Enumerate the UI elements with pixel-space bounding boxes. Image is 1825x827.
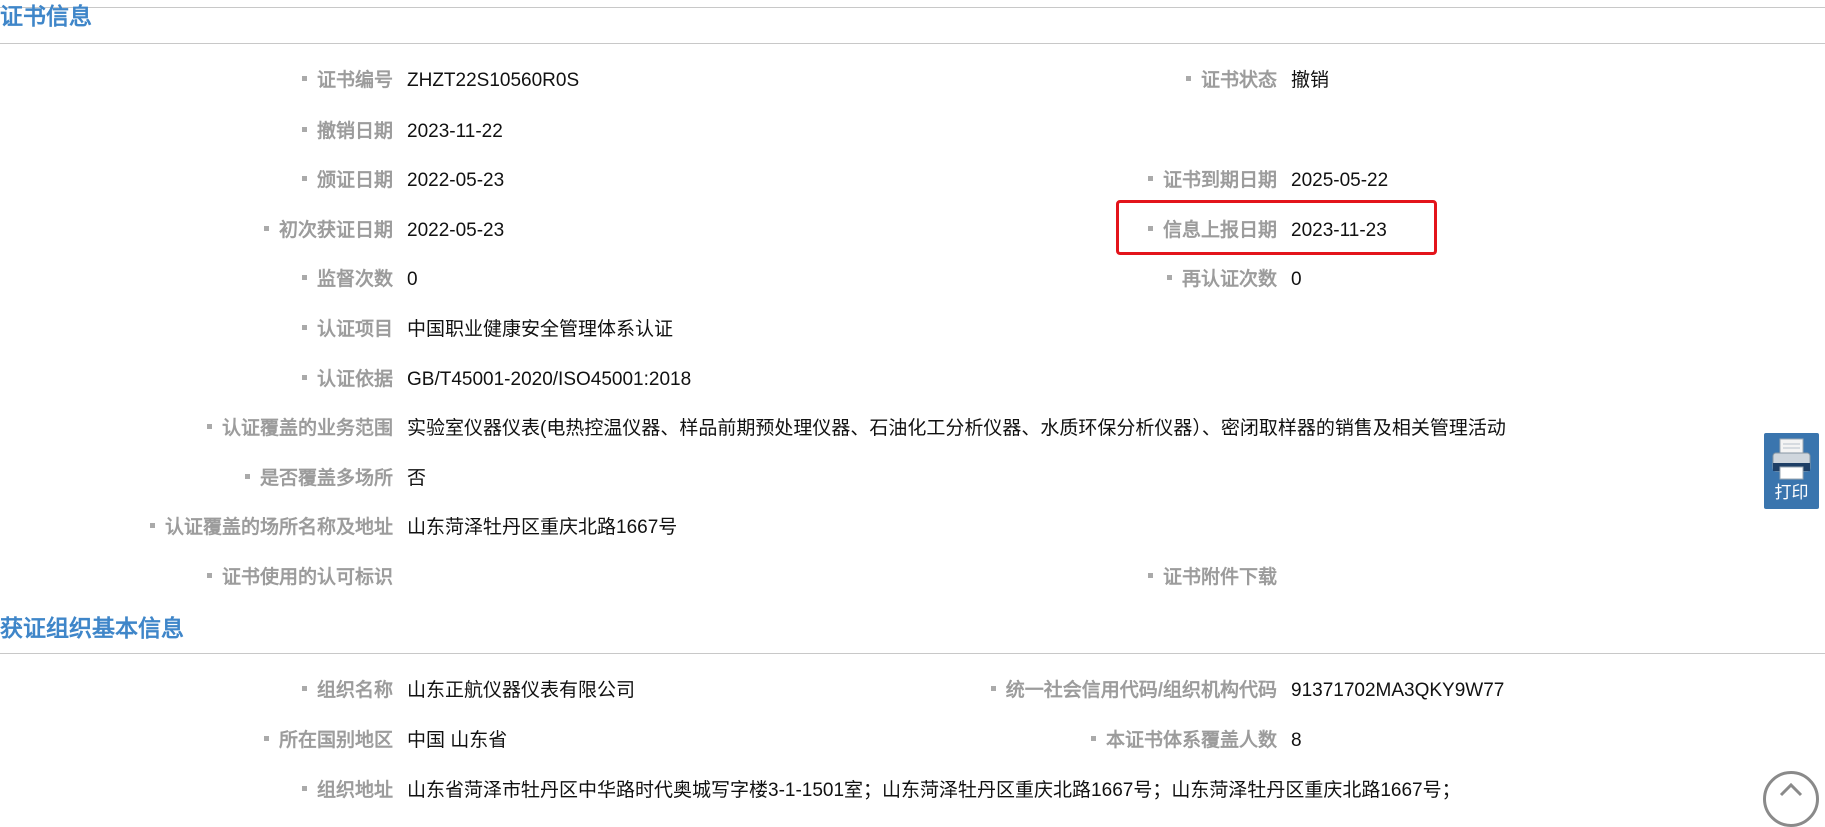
revoke-date-value: 2023-11-22 [407,121,503,142]
print-button[interactable]: 打印 [1764,433,1819,509]
covered-count-label: 本证书体系覆盖人数 [1091,728,1277,754]
first-cert-date-label: 初次获证日期 [264,218,393,244]
site-address-label: 认证覆盖的场所名称及地址 [150,515,393,541]
region-label: 所在国别地区 [264,728,393,754]
print-label: 打印 [1774,483,1809,502]
cert-basis-value: GB/T45001-2020/ISO45001:2018 [407,369,692,390]
recert-count-value: 0 [1291,269,1302,290]
recert-count-label: 再认证次数 [1167,267,1277,293]
multi-site-label: 是否覆盖多场所 [245,466,393,492]
printer-icon [1772,438,1811,480]
org-name-value: 山东正航仪器仪表有限公司 [407,680,636,701]
revoke-date-label: 撤销日期 [302,119,393,145]
org-address-label: 组织地址 [302,778,393,804]
cert-no-value: ZHZT22S10560R0S [407,70,580,91]
credit-code-label: 统一社会信用代码/组织机构代码 [991,678,1277,704]
region-value: 中国 山东省 [407,730,508,751]
section-divider-org-info [0,653,1825,654]
supervision-count-label: 监督次数 [302,267,393,293]
section-title-org-info: 获证组织基本信息 [0,615,184,641]
cert-status-label: 证书状态 [1186,68,1277,94]
section-divider-cert-info [0,43,1825,44]
credit-code-value: 91371702MA3QKY9W77 [1291,680,1505,701]
section-title-cert-info: 证书信息 [0,3,92,29]
issue-date-value: 2022-05-23 [407,170,505,191]
issue-date-label: 颁证日期 [302,168,393,194]
business-scope-value: 实验室仪器仪表(电热控温仪器、样品前期预处理仪器、石油化工分析仪器、水质环保分析… [407,418,1506,439]
cert-status-value: 撤销 [1291,70,1330,91]
top-divider [0,7,1825,8]
expiry-date-label: 证书到期日期 [1148,168,1277,194]
scroll-top-button[interactable] [1763,771,1819,827]
multi-site-value: 否 [407,468,427,489]
covered-count-value: 8 [1291,730,1302,751]
supervision-count-value: 0 [407,269,418,290]
attachment-download-label[interactable]: 证书附件下载 [1148,565,1277,591]
cert-basis-label: 认证依据 [302,367,393,393]
site-address-value: 山东菏泽牡丹区重庆北路1667号 [407,517,678,538]
report-date-highlight [1116,200,1437,255]
accreditation-mark-label: 证书使用的认可标识 [207,565,393,591]
cert-no-label: 证书编号 [302,68,393,94]
cert-project-value: 中国职业健康安全管理体系认证 [407,319,674,340]
org-address-value: 山东省菏泽市牡丹区中华路时代奥城写字楼3-1-1501室；山东菏泽牡丹区重庆北路… [407,780,1461,801]
business-scope-label: 认证覆盖的业务范围 [207,416,393,442]
chevron-up-icon [1779,782,1803,797]
expiry-date-value: 2025-05-22 [1291,170,1389,191]
org-name-label: 组织名称 [302,678,393,704]
first-cert-date-value: 2022-05-23 [407,220,505,241]
cert-project-label: 认证项目 [302,317,393,343]
